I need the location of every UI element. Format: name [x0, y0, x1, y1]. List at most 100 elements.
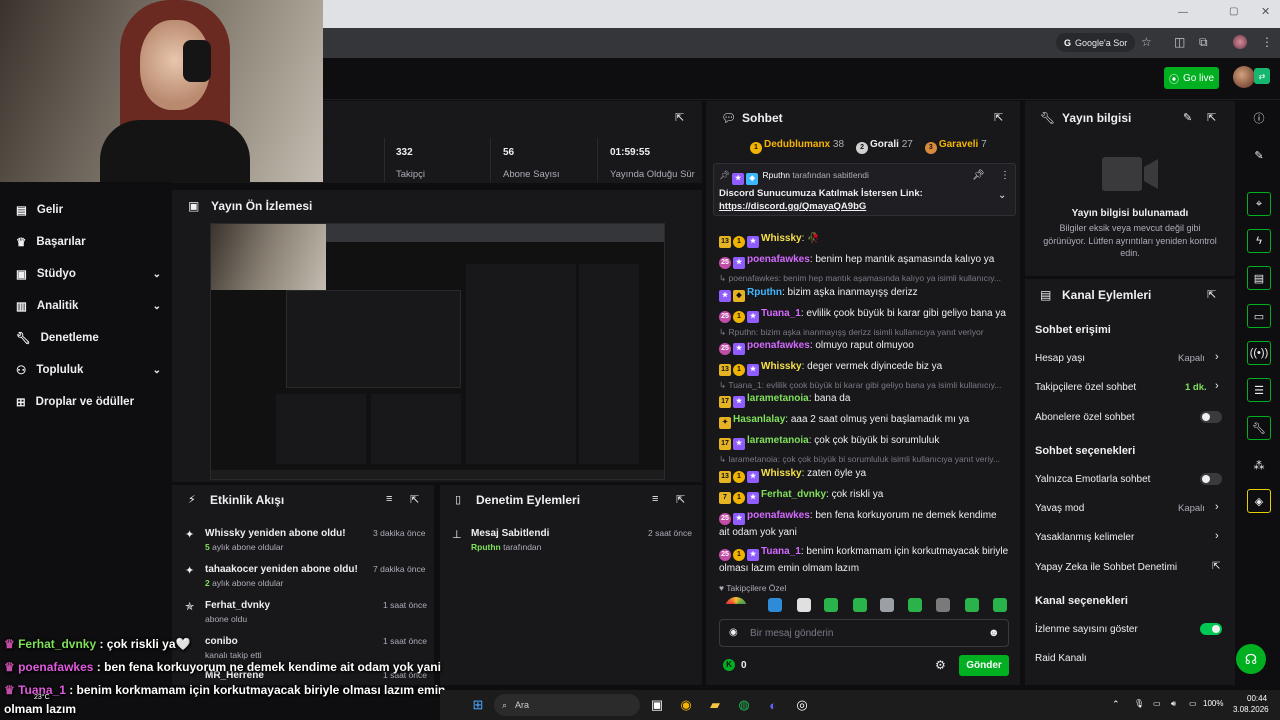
filter-icon[interactable]: ≡	[652, 493, 658, 505]
emote-icon[interactable]	[853, 598, 867, 612]
chat-icon[interactable]: ▭	[1247, 304, 1271, 328]
chat-badge[interactable]: 25	[719, 513, 731, 525]
support-headset-icon[interactable]: ☊	[1236, 644, 1266, 674]
chat-username[interactable]: poenafawkes	[747, 254, 810, 265]
banned-words-row[interactable]: Yasaklanmış kelimeler ›	[1030, 527, 1228, 547]
chat-badge[interactable]: ★	[733, 343, 745, 355]
emote-icon[interactable]	[768, 598, 782, 612]
chat-username[interactable]: larametanoia	[747, 435, 809, 446]
chat-reply-context[interactable]: ↳ larametanoia: çok çok büyük bi sorumlu…	[719, 454, 1009, 465]
battery-icon[interactable]: ▭	[1189, 699, 1197, 708]
info-icon[interactable]: ⓘ	[1247, 106, 1271, 130]
chat-message[interactable]: ★ ◆ Rputhn: bizim aşka inanmayışş derizz	[719, 285, 1009, 302]
file-explorer-icon[interactable]: ▰	[706, 696, 724, 714]
chat-username[interactable]: poenafawkes	[747, 340, 810, 351]
clock-date[interactable]: 3.08.2026	[1233, 705, 1269, 714]
emote-icon[interactable]	[936, 598, 950, 612]
sidebar-item-analitik[interactable]: ▥ Analitik ⌄	[16, 299, 161, 313]
layout-icon[interactable]: ☰	[1247, 378, 1271, 402]
chat-badge[interactable]: 7	[719, 492, 731, 504]
emote-icon[interactable]	[824, 598, 838, 612]
chat-input[interactable]: ◉ Bir mesaj gönderin ☻	[719, 619, 1009, 647]
chat-settings-icon[interactable]: ◉	[729, 627, 738, 638]
chat-badge[interactable]: 1	[733, 236, 745, 248]
chat-badge[interactable]: ✦	[719, 417, 731, 429]
clock-time[interactable]: 00:44	[1247, 694, 1267, 703]
leaderboard-entry[interactable]: 3 Garaveli 7	[924, 139, 987, 154]
send-button[interactable]: Gönder	[959, 655, 1009, 676]
go-live-button[interactable]: ⦿ Go live	[1164, 67, 1219, 89]
emoji-icon[interactable]: ☻	[988, 627, 1000, 639]
chat-username[interactable]: Tuana_1	[761, 308, 801, 319]
spotify-icon[interactable]: ◍	[735, 696, 753, 714]
chat-badge[interactable]: ★	[747, 236, 759, 248]
chat-badge[interactable]: ★	[747, 471, 759, 483]
list-item[interactable]: ✦ Whissky yeniden abone oldu! 5 aylık ab…	[178, 522, 428, 556]
weather-widget[interactable]: 23°C	[34, 694, 50, 701]
list-item[interactable]: ✯ Ferhat_dvnky abone oldu 1 saat önce	[178, 594, 428, 628]
channel-points[interactable]: K 0	[723, 659, 747, 671]
sidebar-item-basarilar[interactable]: ♛ Başarılar	[16, 235, 161, 249]
chevron-up-icon[interactable]: ⌃	[1112, 699, 1120, 710]
pencil-icon[interactable]: ✎	[1247, 143, 1271, 167]
chat-badge[interactable]: 25	[719, 343, 731, 355]
followers-chat-row[interactable]: Takipçilere özel sohbet 1 dk. ›	[1030, 377, 1228, 397]
chat-badge[interactable]: 1	[733, 311, 745, 323]
chat-badge[interactable]: 25	[719, 257, 731, 269]
list-item[interactable]: ✦ tahaakocer yeniden abone oldu! 2 aylık…	[178, 558, 428, 592]
chat-badge[interactable]: 1	[733, 492, 745, 504]
close-icon[interactable]: ✕	[1261, 5, 1270, 18]
popout-icon[interactable]: ⇱	[1207, 288, 1216, 301]
app-switch-icon[interactable]: ⇄	[1254, 68, 1270, 84]
slow-mode-row[interactable]: Yavaş mod Kapalı ›	[1030, 498, 1228, 518]
list-item[interactable]: ⊥ Mesaj Sabitlendi Rputhn tarafından 2 s…	[446, 522, 696, 556]
list-item[interactable]: conibo kanalı takip etti 1 saat önce	[178, 630, 428, 660]
chat-badge[interactable]: 1	[733, 364, 745, 376]
chat-message[interactable]: ✦ Hasanlalay: aaa 2 saat olmuş yeni başla…	[719, 412, 1009, 429]
popout-icon[interactable]: ⇱	[410, 493, 419, 506]
raid-channel-row[interactable]: Raid Kanalı	[1030, 648, 1228, 668]
popout-icon[interactable]: ⇱	[675, 111, 684, 124]
windows-start-icon[interactable]: ⊞	[469, 696, 487, 714]
chevron-down-icon[interactable]: ⌄	[998, 190, 1006, 201]
maximize-icon[interactable]: ▢	[1229, 6, 1238, 17]
discord-icon[interactable]: ◐	[764, 696, 782, 714]
chat-message[interactable]: 25 ★ poenafawkes: benim hep mantık aşaması…	[719, 252, 1009, 269]
clip-icon[interactable]: ⌖	[1247, 192, 1271, 216]
chat-username[interactable]: Whissky	[761, 468, 802, 479]
emote-icon[interactable]	[965, 598, 979, 612]
chat-badge[interactable]: 13	[719, 471, 731, 483]
minimize-icon[interactable]: —	[1178, 7, 1188, 18]
chrome-icon[interactable]: ◉	[677, 696, 695, 714]
emote-icon[interactable]	[880, 598, 894, 612]
chat-badge[interactable]: ◆	[733, 290, 745, 302]
emote-icon[interactable]	[993, 598, 1007, 612]
chat-username[interactable]: Whissky	[761, 361, 802, 372]
chat-message[interactable]: 13 1 ★ Whissky: 🥀	[719, 231, 1009, 248]
popout-icon[interactable]: ⇱	[676, 493, 685, 506]
chat-username[interactable]: larametanoia	[747, 393, 809, 404]
chat-message[interactable]: 13 1 ★ Whissky: zaten öyle ya	[719, 466, 1009, 483]
chat-username[interactable]: Ferhat_dvnky	[761, 489, 826, 500]
chat-message[interactable]: 7 1 ★ Ferhat_dvnky: çok riskli ya	[719, 487, 1009, 504]
sidebar-item-gelir[interactable]: ▤ Gelir	[16, 203, 161, 217]
broadcast-icon[interactable]: ((•))	[1247, 341, 1271, 365]
puzzle-icon[interactable]: ⧉	[1199, 35, 1208, 50]
sidebar-item-studyo[interactable]: ▣ Stüdyo ⌄	[16, 267, 161, 281]
chat-username[interactable]: Whissky	[761, 233, 802, 244]
wrench-icon[interactable]: 🔧︎	[1247, 416, 1271, 440]
chat-badge[interactable]: ★	[733, 396, 745, 408]
popout-icon[interactable]: ⇱	[1207, 111, 1216, 124]
chat-badge[interactable]: ★	[747, 364, 759, 376]
chat-badge[interactable]: ★	[733, 438, 745, 450]
chat-badge[interactable]: 13	[719, 236, 731, 248]
edit-pencil-icon[interactable]: ✎	[1183, 111, 1192, 124]
bookmark-star-icon[interactable]: ☆	[1141, 35, 1152, 49]
browser-profile-avatar[interactable]	[1233, 35, 1247, 49]
chat-username[interactable]: poenafawkes	[747, 510, 810, 521]
chat-username[interactable]: Hasanlalay	[733, 414, 785, 425]
chat-reply-context[interactable]: ↳ Rputhn: bizim aşka inanmayışş derizz i…	[719, 327, 1009, 338]
chat-badge[interactable]: ★	[733, 257, 745, 269]
chat-badge[interactable]: 1	[733, 471, 745, 483]
chat-message[interactable]: 25 ★ poenafawkes: ben fena korkuyorum ne d…	[719, 508, 1009, 540]
